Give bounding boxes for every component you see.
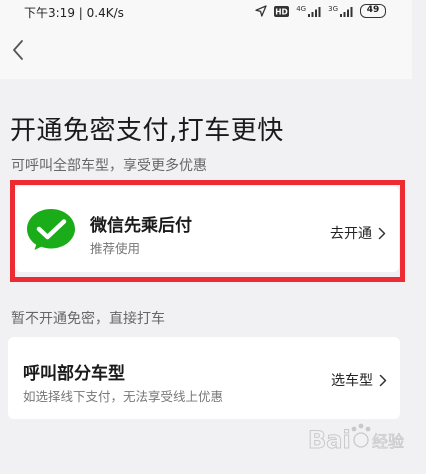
signal-tag: 3G [328, 4, 338, 13]
chevron-right-icon [379, 374, 387, 386]
back-button[interactable] [8, 36, 30, 64]
hd-icon: HD [274, 5, 290, 17]
paw-icon [351, 423, 371, 448]
hd-badge-text: HD [275, 7, 288, 16]
skip-section-label: 暂不开通免密，直接打车 [11, 311, 165, 327]
watermark-logo: Bai 经验 [308, 423, 404, 455]
top-bar: 下午3:19 | 0.4K/s HD 4G 3G 49 [0, 0, 412, 79]
watermark-suffix: 经验 [372, 432, 404, 451]
status-icons: HD 4G 3G 49 [255, 3, 386, 19]
status-time: 下午3:19 | 0.4K/s [24, 6, 124, 20]
select-model-button[interactable]: 选车型 [331, 370, 387, 390]
partial-model-option-card[interactable]: 呼叫部分车型 如选择线下支付，无法享受线上优惠 选车型 [8, 337, 400, 419]
watermark-brand: Bai [308, 426, 351, 454]
status-bar: 下午3:19 | 0.4K/s HD 4G 3G 49 [0, 0, 412, 24]
battery-icon: 49 [360, 4, 386, 18]
signal-tag: 4G [296, 4, 307, 13]
select-model-label: 选车型 [331, 373, 373, 389]
chevron-left-icon [13, 40, 23, 60]
highlight-annotation [10, 180, 405, 282]
model-option-title: 呼叫部分车型 [23, 364, 125, 384]
model-option-desc: 如选择线下支付，无法享受线上优惠 [23, 389, 224, 404]
location-arrow-icon [255, 5, 267, 17]
page-subtitle: 可呼叫全部车型，享受更多优惠 [11, 158, 207, 174]
page-title: 开通免密支付,打车更快 [10, 116, 284, 146]
signal-icon: 4G [296, 4, 321, 17]
signal-icon: 3G [328, 4, 353, 17]
